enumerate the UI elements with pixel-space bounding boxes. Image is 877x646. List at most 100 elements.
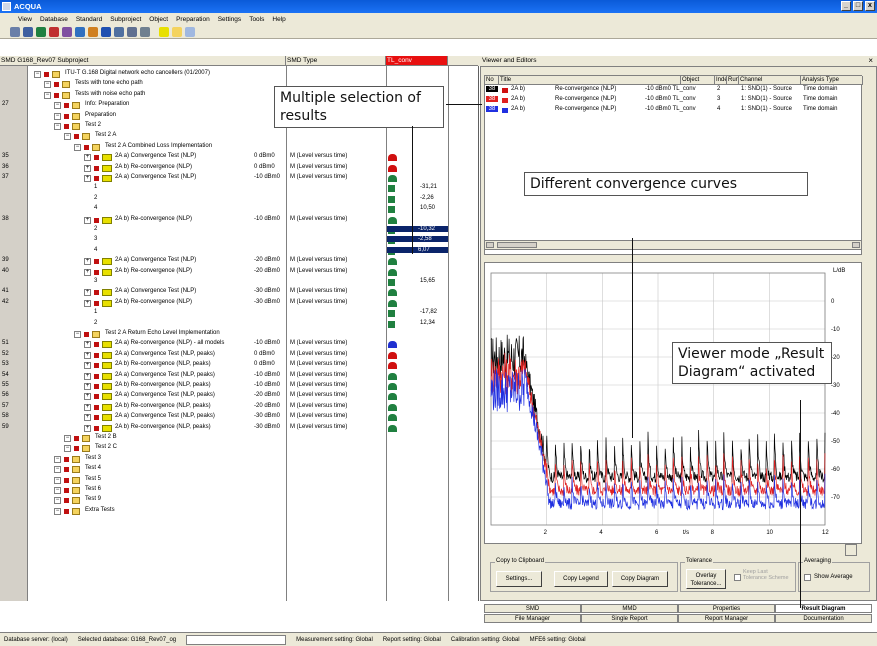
expand-collapse-icon[interactable]: −: [64, 133, 71, 141]
result-col-header[interactable]: No: [485, 76, 499, 85]
overlay-tolerance-button[interactable]: Overlay Tolerance...: [686, 569, 726, 589]
tool-icon-5[interactable]: [62, 26, 72, 37]
expand-collapse-icon[interactable]: +: [84, 289, 91, 297]
result-col-header[interactable]: Analysis Type: [801, 76, 863, 85]
tree-row-result[interactable]: 40 +2A b) Re-convergence (NLP) -20 dBm0 M (…: [2, 268, 478, 278]
tree-row-result[interactable]: 52 +2A a) Convergence Test (NLP, peaks) 0 …: [2, 351, 478, 361]
tree-col-tl-conv[interactable]: TL_conv: [386, 56, 448, 65]
expand-collapse-icon[interactable]: +: [84, 154, 91, 162]
tree-row-result[interactable]: 55 +2A b) Re-convergence (NLP, peaks) -10 …: [2, 382, 478, 392]
expand-collapse-icon[interactable]: −: [54, 487, 61, 494]
expand-collapse-icon[interactable]: −: [54, 102, 61, 110]
expand-collapse-icon[interactable]: −: [64, 445, 71, 453]
tab-file-manager[interactable]: File Manager: [484, 614, 581, 623]
tab-documentation[interactable]: Documentation: [775, 614, 872, 623]
tree-row-folder[interactable]: − Test 2 C: [28, 444, 478, 454]
folder-icon[interactable]: [172, 26, 182, 37]
document-icon[interactable]: [185, 26, 195, 37]
result-col-header[interactable]: Index: [715, 76, 727, 85]
tree-row-folder[interactable]: − Test 6: [28, 486, 478, 496]
tree-row-result[interactable]: 58 +2A a) Convergence Test (NLP, peaks) -3…: [2, 413, 478, 423]
tree-col-smd-type[interactable]: SMD Type: [286, 56, 386, 65]
expand-collapse-icon[interactable]: −: [54, 497, 61, 505]
tree-row-result[interactable]: 35 +2A a) Convergence Test (NLP) 0 dBm0 M (…: [2, 153, 478, 163]
tree-row-sub[interactable]: 1 -31,21: [28, 184, 478, 194]
tree-row-result[interactable]: 53 +2A b) Re-convergence (NLP, peaks) 0 dB…: [2, 361, 478, 371]
keep-last-checkbox[interactable]: [734, 574, 741, 581]
expand-collapse-icon[interactable]: +: [84, 299, 91, 307]
tool-icon-12[interactable]: [159, 26, 169, 37]
tool-icon-11[interactable]: [140, 26, 150, 37]
tree-row-result[interactable]: 37 +2A a) Convergence Test (NLP) -10 dBm0 M…: [2, 174, 478, 184]
result-row[interactable]: 38 2A b) Re-convergence (NLP) -10 dBm0 TL_c…: [485, 86, 863, 96]
tree-row-folder[interactable]: − Test 5: [28, 476, 478, 486]
menu-item-database[interactable]: Database: [40, 16, 68, 23]
menu-item-preparation[interactable]: Preparation: [176, 16, 210, 23]
menu-item-tools[interactable]: Tools: [249, 16, 264, 23]
maximize-button[interactable]: □: [853, 1, 863, 11]
tree-row-result[interactable]: 57 +2A b) Re-convergence (NLP, peaks) -20 …: [2, 403, 478, 413]
expand-collapse-icon[interactable]: +: [84, 372, 91, 380]
tree-row-result[interactable]: 38 +2A b) Re-convergence (NLP) -10 dBm0 M (…: [2, 216, 478, 226]
tree-row-folder[interactable]: − Test 2 A Combined Loss Implementation: [28, 143, 478, 153]
tree-row-folder[interactable]: − Test 9: [28, 496, 478, 506]
expand-collapse-icon[interactable]: −: [54, 476, 61, 484]
result-col-header[interactable]: Title: [499, 76, 681, 85]
tab-report-manager[interactable]: Report Manager: [678, 614, 775, 623]
tree-row-result[interactable]: 41 +2A a) Convergence Test (NLP) -30 dBm0 M…: [2, 288, 478, 298]
scroll-thumb[interactable]: [497, 242, 537, 248]
tree-row-sub[interactable]: 1 -17,82: [28, 309, 478, 319]
close-button[interactable]: x: [865, 1, 875, 11]
expand-collapse-icon[interactable]: +: [84, 341, 91, 349]
tree-row-folder[interactable]: − ITU-T G.168 Digital network echo cancel…: [28, 70, 478, 80]
tree-row-sub[interactable]: 2 -10,32: [28, 226, 478, 236]
expand-collapse-icon[interactable]: +: [84, 424, 91, 432]
tree-row-sub[interactable]: 2 12,34: [28, 320, 478, 330]
expand-collapse-icon[interactable]: −: [54, 112, 61, 120]
expand-collapse-icon[interactable]: −: [44, 91, 51, 99]
menu-item-help[interactable]: Help: [272, 16, 285, 23]
tool-icon-2[interactable]: [23, 26, 33, 37]
menu-item-view[interactable]: View: [18, 16, 32, 23]
tree-row-result[interactable]: 56 +2A a) Convergence Test (NLP, peaks) -2…: [2, 392, 478, 402]
scroll-left-icon[interactable]: [486, 242, 494, 248]
tree-row-sub[interactable]: 4 6,07: [28, 246, 478, 257]
tree-row-folder[interactable]: − Test 2 B: [28, 434, 478, 444]
expand-collapse-icon[interactable]: +: [84, 216, 91, 224]
tab-single-report[interactable]: Single Report: [581, 614, 678, 623]
result-col-header[interactable]: Object: [681, 76, 715, 85]
expand-collapse-icon[interactable]: +: [84, 258, 91, 266]
scroll-right-icon[interactable]: [852, 242, 860, 248]
tab-smd[interactable]: SMD: [484, 604, 581, 613]
expand-collapse-icon[interactable]: +: [84, 362, 91, 370]
result-col-header[interactable]: Channel: [739, 76, 801, 85]
expand-collapse-icon[interactable]: −: [74, 143, 81, 151]
expand-collapse-icon[interactable]: −: [34, 71, 41, 78]
minimize-button[interactable]: _: [841, 1, 851, 11]
expand-collapse-icon[interactable]: +: [84, 268, 91, 276]
menu-item-object[interactable]: Object: [149, 16, 168, 23]
result-row[interactable]: 38 2A b) Re-convergence (NLP) -10 dBm0 TL_c…: [485, 106, 863, 116]
tool-icon-9[interactable]: [114, 26, 124, 37]
tree-row-sub[interactable]: 3 -2,58: [28, 236, 478, 246]
expand-collapse-icon[interactable]: −: [54, 507, 61, 515]
horizontal-scrollbar[interactable]: [484, 240, 862, 250]
expand-collapse-icon[interactable]: +: [84, 175, 91, 182]
tool-icon-1[interactable]: [10, 26, 20, 37]
tree-row-folder[interactable]: − Test 2 A Return Echo Level Implementati…: [28, 330, 478, 340]
tree-row-sub[interactable]: 4 10,50: [28, 205, 478, 215]
tree-row-result[interactable]: 36 +2A b) Re-convergence (NLP) 0 dBm0 M (Le…: [2, 164, 478, 174]
expand-collapse-icon[interactable]: +: [84, 393, 91, 401]
tree-row-result[interactable]: 59 +2A b) Re-convergence (NLP, peaks) -30 …: [2, 424, 478, 434]
menu-item-settings[interactable]: Settings: [218, 16, 242, 23]
show-average-checkbox[interactable]: [804, 574, 811, 581]
expand-collapse-icon[interactable]: +: [84, 164, 91, 172]
tree-row-folder[interactable]: − Test 3: [28, 455, 478, 465]
result-col-header[interactable]: Run: [727, 76, 739, 85]
tree-row-folder[interactable]: − Test 2 A: [28, 132, 478, 142]
expand-collapse-icon[interactable]: +: [84, 383, 91, 390]
tab-result-diagram[interactable]: Result Diagram: [775, 604, 872, 613]
expand-collapse-icon[interactable]: −: [54, 466, 61, 474]
tool-icon-4[interactable]: [49, 26, 59, 37]
expand-collapse-icon[interactable]: −: [44, 81, 51, 89]
